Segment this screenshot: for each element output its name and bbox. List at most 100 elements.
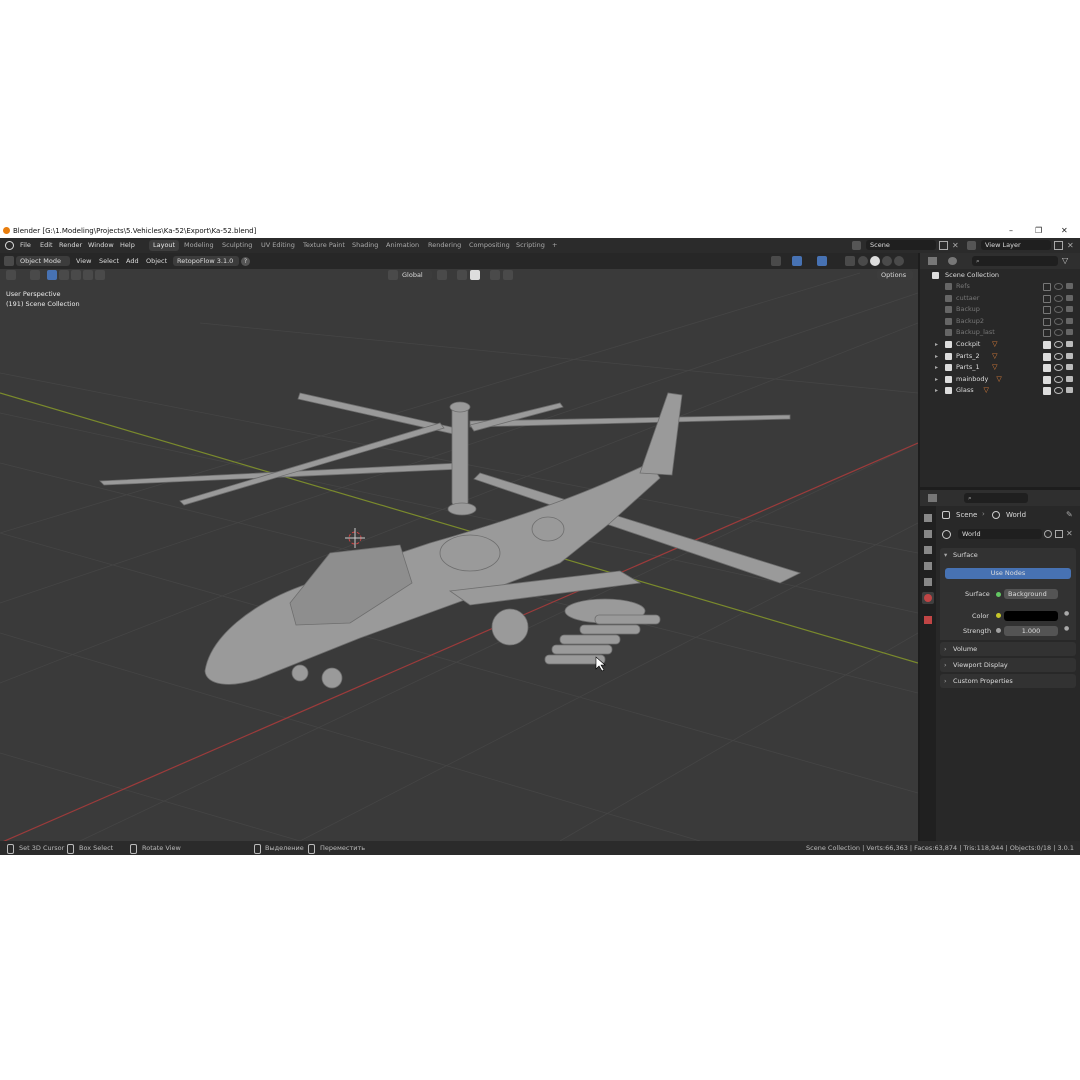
transform-tool-icon[interactable] <box>6 270 16 280</box>
expand-arrow-icon[interactable]: ▸ <box>935 362 938 373</box>
properties-editor-icon[interactable] <box>928 494 937 502</box>
outliner-row[interactable]: Backup_last <box>920 327 1080 338</box>
expand-arrow-icon[interactable]: ▸ <box>935 351 938 362</box>
outliner-row-scene-collection[interactable]: Scene Collection <box>920 270 1080 281</box>
world-tab-icon[interactable] <box>924 594 932 602</box>
viewport-canvas[interactable] <box>0 253 918 841</box>
menu-select[interactable]: Select <box>99 256 119 266</box>
xray-toggle-icon[interactable] <box>845 256 855 266</box>
snap-target-icon[interactable] <box>470 270 480 280</box>
exclude-checkbox[interactable] <box>1043 294 1051 303</box>
delete-view-layer-icon[interactable]: ✕ <box>1067 241 1076 250</box>
tool-tab-icon[interactable] <box>924 514 932 522</box>
pin-icon[interactable]: ✎ <box>1066 510 1073 519</box>
color-swatch[interactable] <box>1004 611 1058 621</box>
select-new-icon[interactable] <box>47 270 57 280</box>
surface-shader-field[interactable]: Background <box>1004 589 1058 599</box>
wireframe-shading-icon[interactable] <box>858 256 868 266</box>
mesh-data-icon[interactable]: ▽ <box>996 374 1001 385</box>
unlink-world-icon[interactable]: ✕ <box>1066 529 1073 538</box>
visibility-eye-icon[interactable] <box>1054 283 1063 290</box>
tab-shading[interactable]: Shading <box>348 240 382 251</box>
exclude-checkbox[interactable] <box>1043 341 1051 349</box>
mesh-data-icon[interactable]: ▽ <box>992 362 997 373</box>
display-mode-icon[interactable] <box>948 257 957 265</box>
visibility-eye-icon[interactable] <box>1054 364 1063 372</box>
output-tab-icon[interactable] <box>924 546 932 554</box>
tab-layout[interactable]: Layout <box>149 240 180 251</box>
tab-uv-editing[interactable]: UV Editing <box>257 240 299 251</box>
object-mode-dropdown[interactable]: Object Mode <box>16 256 70 266</box>
menu-edit[interactable]: Edit <box>40 241 53 249</box>
render-camera-icon[interactable] <box>1066 329 1073 336</box>
material-shading-icon[interactable] <box>882 256 892 266</box>
world-datablock-icon[interactable] <box>942 530 951 539</box>
select-subtract-icon[interactable] <box>71 270 81 280</box>
viewport-display-panel[interactable]: › Viewport Display <box>940 658 1076 672</box>
proportional-edit-icon[interactable] <box>490 270 500 280</box>
tab-scripting[interactable]: Scripting <box>512 240 549 251</box>
custom-properties-panel[interactable]: › Custom Properties <box>940 674 1076 688</box>
outliner-row[interactable]: ▸ Parts_2 ▽ <box>920 351 1080 362</box>
surface-panel-title[interactable]: Surface <box>953 548 978 562</box>
render-camera-icon[interactable] <box>1066 317 1073 324</box>
retopoflow-dropdown[interactable]: RetopoFlow 3.1.0 <box>173 256 239 266</box>
render-tab-icon[interactable] <box>924 530 932 538</box>
scene-selector[interactable]: Scene <box>866 240 936 250</box>
tab-modeling[interactable]: Modeling <box>180 240 218 251</box>
help-icon[interactable]: ? <box>241 257 250 266</box>
pivot-icon[interactable] <box>437 270 447 280</box>
play-icon[interactable] <box>30 270 40 280</box>
texture-tab-icon[interactable] <box>924 616 932 624</box>
exclude-checkbox[interactable] <box>1043 306 1051 315</box>
outliner-row[interactable]: Backup <box>920 304 1080 315</box>
render-camera-icon[interactable] <box>1066 283 1073 289</box>
volume-panel[interactable]: › Volume <box>940 642 1076 656</box>
exclude-checkbox[interactable] <box>1043 387 1051 396</box>
editor-type-icon[interactable] <box>4 256 14 266</box>
world-name-field[interactable]: World <box>958 529 1042 539</box>
panel-expanded-icon[interactable]: ▾ <box>944 548 947 562</box>
exclude-checkbox[interactable] <box>1043 375 1051 384</box>
options-dropdown[interactable]: Options <box>877 270 913 280</box>
tab-animation[interactable]: Animation <box>382 240 423 251</box>
select-invert-icon[interactable] <box>95 270 105 280</box>
view-layer-tab-icon[interactable] <box>924 562 932 570</box>
menu-window[interactable]: Window <box>88 241 114 249</box>
fake-user-icon[interactable] <box>1044 530 1052 538</box>
outliner-row[interactable]: ▸ Glass ▽ <box>920 385 1080 396</box>
mesh-data-icon[interactable]: ▽ <box>992 339 997 350</box>
visibility-eye-icon[interactable] <box>1054 306 1063 314</box>
blender-menu-icon[interactable] <box>5 241 14 250</box>
visibility-eye-icon[interactable] <box>1054 341 1063 348</box>
outliner-row[interactable]: ▸ mainbody ▽ <box>920 374 1080 385</box>
visibility-eye-icon[interactable] <box>1054 294 1063 302</box>
exclude-checkbox[interactable] <box>1043 364 1051 373</box>
expand-arrow-icon[interactable]: ▸ <box>935 339 938 350</box>
transform-orientation-dropdown[interactable]: Global <box>398 270 432 280</box>
maximize-button[interactable]: ❐ <box>1035 226 1042 235</box>
outliner-row[interactable]: ▸ Parts_1 ▽ <box>920 362 1080 373</box>
overlay-toggle-icon[interactable] <box>817 256 827 266</box>
new-view-layer-icon[interactable] <box>1054 241 1063 250</box>
tab-texture-paint[interactable]: Texture Paint <box>299 240 349 251</box>
menu-view[interactable]: View <box>76 256 91 266</box>
gizmo-toggle-icon[interactable] <box>792 256 802 266</box>
exclude-checkbox[interactable] <box>1043 283 1051 291</box>
snap-icon[interactable] <box>457 270 467 280</box>
filter-icon[interactable]: ▽ <box>1062 256 1068 265</box>
select-extend-icon[interactable] <box>59 270 69 280</box>
minimize-button[interactable]: – <box>1009 226 1013 235</box>
menu-render[interactable]: Render <box>59 241 82 249</box>
outliner-search-input[interactable]: ⌕ <box>972 256 1058 266</box>
visibility-eye-icon[interactable] <box>1054 352 1063 360</box>
menu-object[interactable]: Object <box>146 256 167 266</box>
menu-file[interactable]: File <box>20 241 31 249</box>
3d-viewport[interactable]: Object Mode View Select Add Object Retop… <box>0 253 918 841</box>
tab-compositing[interactable]: Compositing <box>465 240 514 251</box>
menu-add[interactable]: Add <box>126 256 139 266</box>
exclude-checkbox[interactable] <box>1043 329 1051 338</box>
strength-field[interactable]: 1.000 <box>1004 626 1058 636</box>
tab-rendering[interactable]: Rendering <box>424 240 465 251</box>
delete-scene-icon[interactable]: ✕ <box>952 241 961 250</box>
